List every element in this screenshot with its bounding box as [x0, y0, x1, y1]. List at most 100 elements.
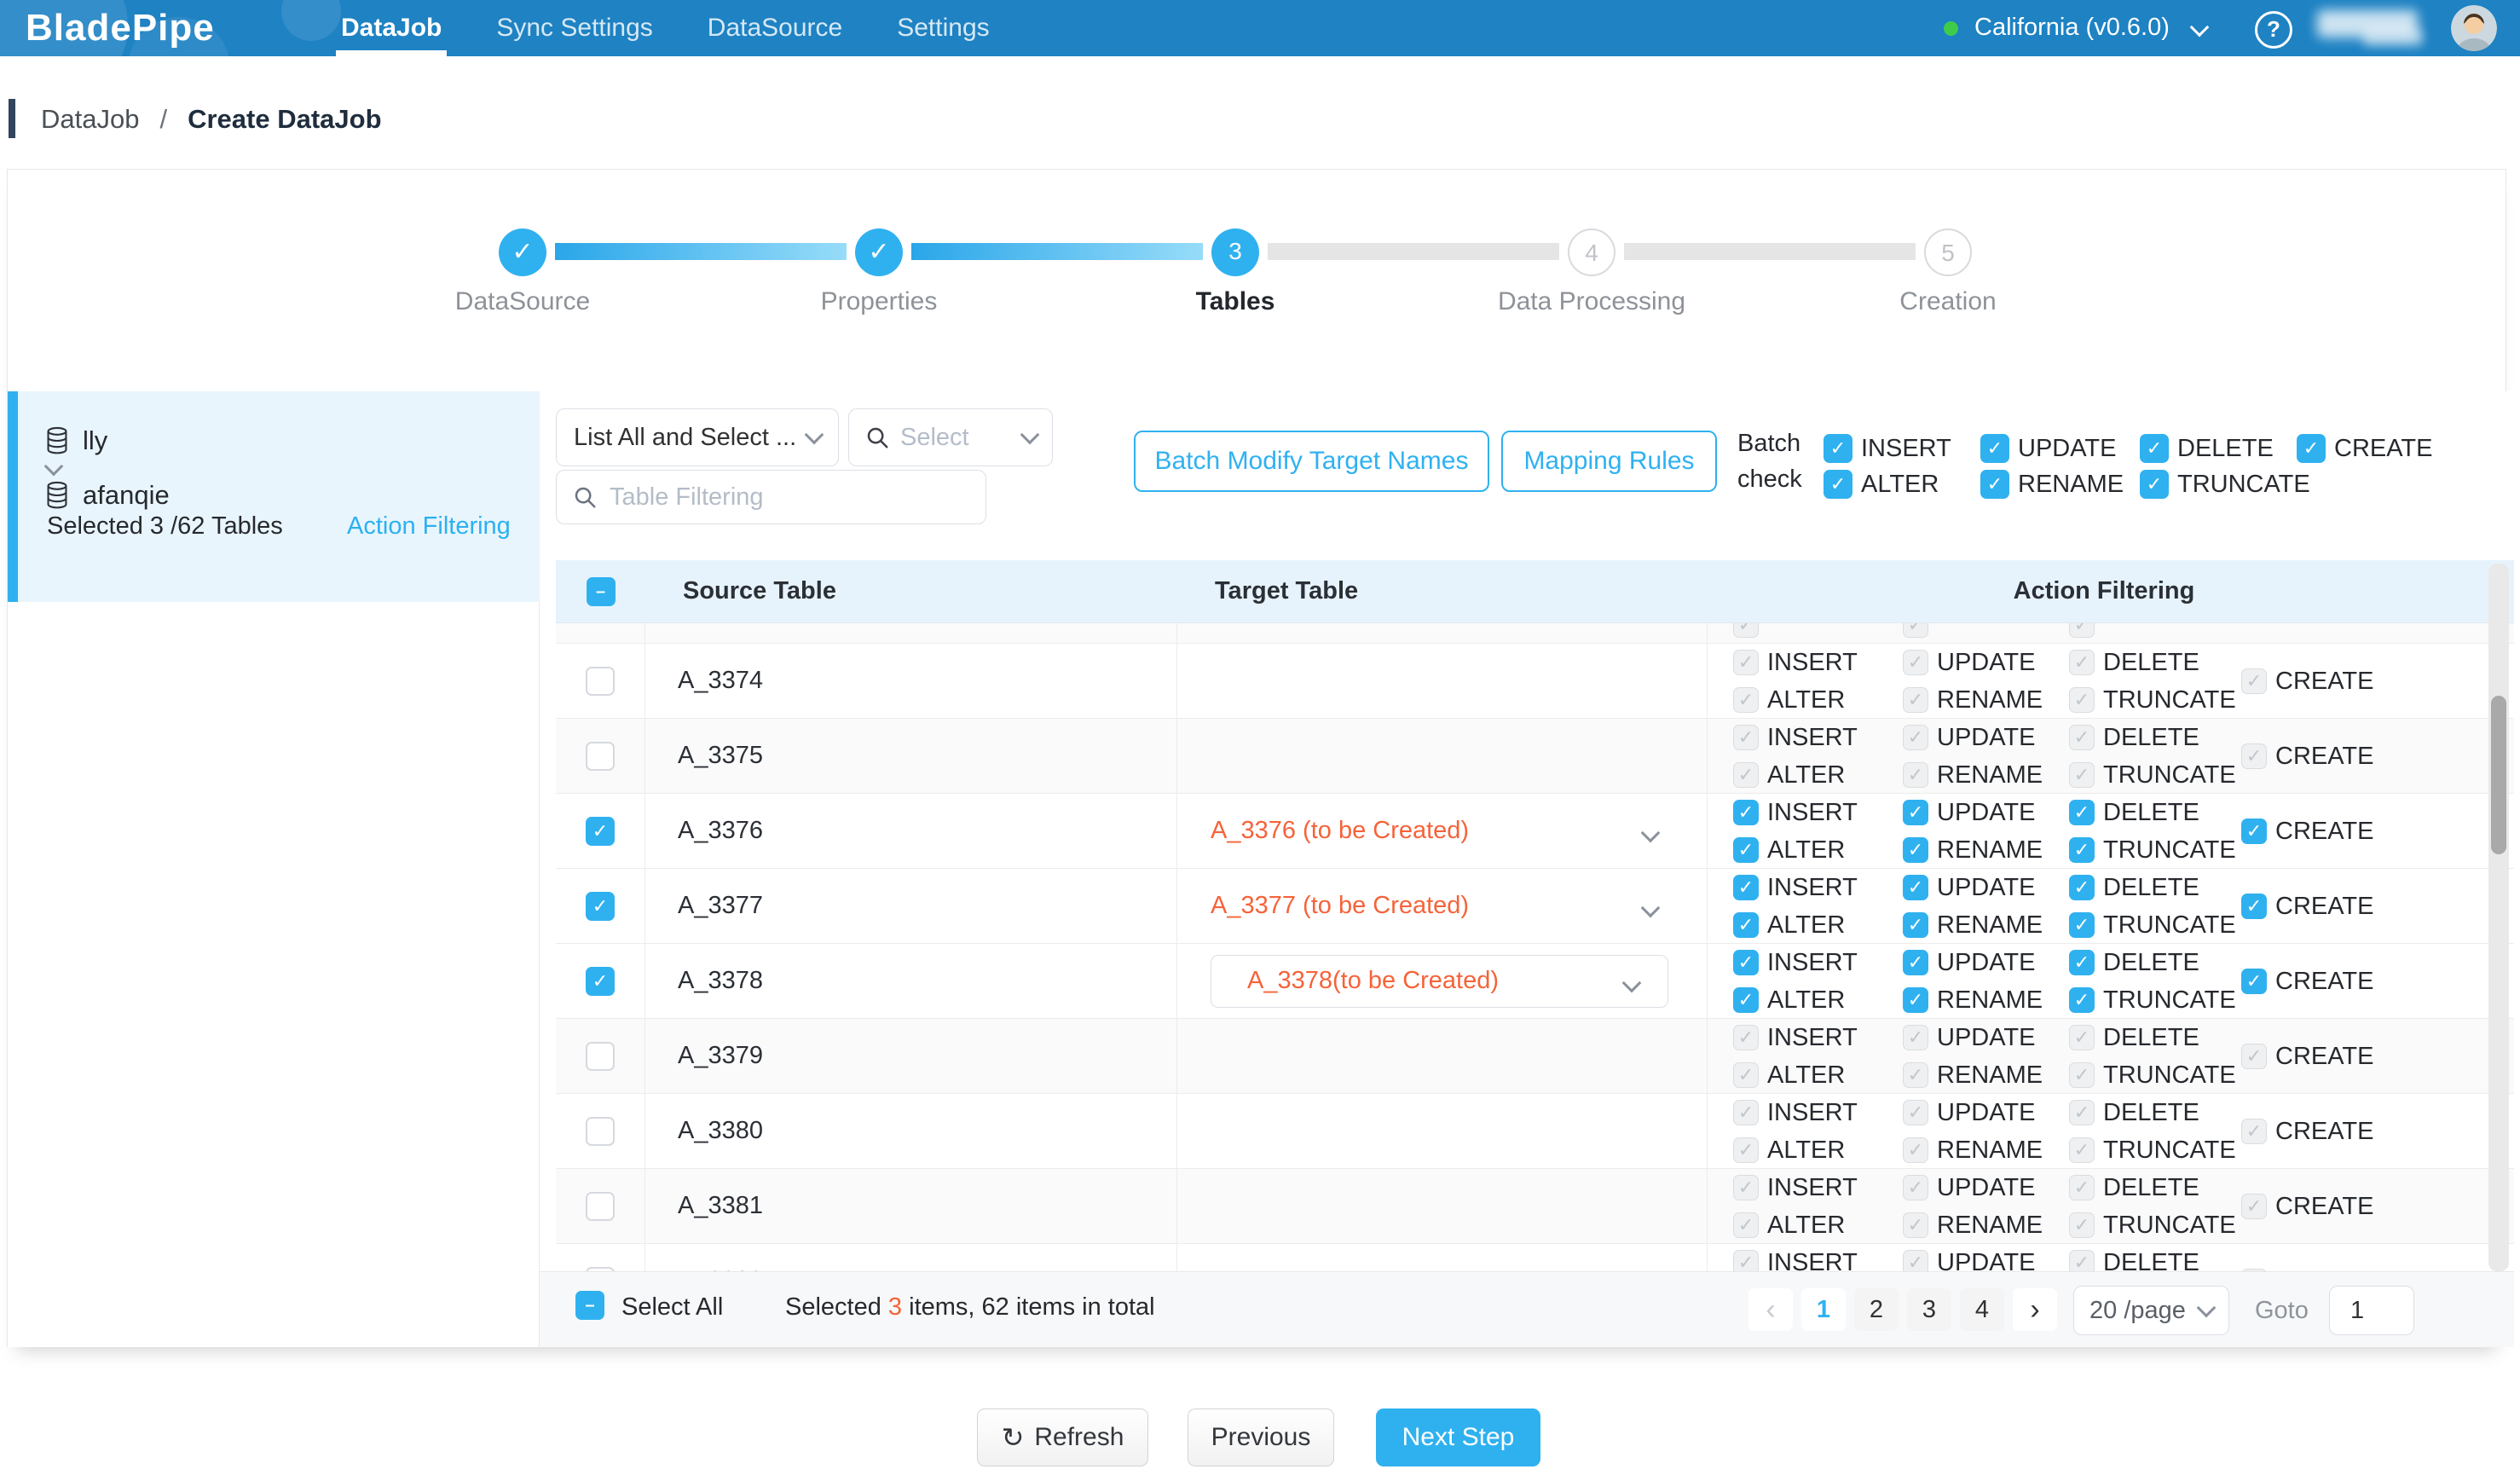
batch-modify-target-names-button[interactable]: Batch Modify Target Names: [1134, 431, 1489, 492]
page-prev-button[interactable]: ‹: [1748, 1288, 1793, 1331]
checkbox-on[interactable]: ✓: [1733, 987, 1759, 1013]
checkbox-on[interactable]: ✓: [586, 892, 615, 921]
wizard-card: ✓DataSource✓Properties3Tables4Data Proce…: [7, 169, 2506, 1347]
vertical-scrollbar-track[interactable]: [2488, 564, 2509, 1271]
checkbox-on[interactable]: ✓: [1903, 950, 1928, 975]
checkbox-on[interactable]: ✓: [2297, 434, 2326, 463]
checkbox-off[interactable]: [586, 1042, 615, 1071]
page-next-button[interactable]: ›: [2013, 1288, 2057, 1331]
checkbox-on[interactable]: ✓: [2069, 912, 2095, 938]
row-action-truncate[interactable]: ✓TRUNCATE: [2069, 986, 2241, 1014]
nav-tab-settings[interactable]: Settings: [897, 0, 989, 56]
page-size-select[interactable]: 20 /page: [2073, 1286, 2229, 1335]
checkbox-on[interactable]: ✓: [2069, 800, 2095, 825]
breadcrumb-parent[interactable]: DataJob: [41, 104, 139, 135]
refresh-button[interactable]: ↻ Refresh: [977, 1408, 1148, 1466]
page-button-3[interactable]: 3: [1907, 1288, 1951, 1331]
checkbox-on[interactable]: ✓: [2241, 818, 2267, 844]
checkbox-on[interactable]: ✓: [2069, 987, 2095, 1013]
row-action-insert[interactable]: ✓INSERT: [1733, 874, 1903, 901]
checkbox-on[interactable]: ✓: [2140, 470, 2169, 499]
checkbox-off[interactable]: [586, 1192, 615, 1221]
checkbox-on[interactable]: ✓: [2140, 434, 2169, 463]
checkbox-on[interactable]: ✓: [1733, 950, 1759, 975]
checkbox-on[interactable]: ✓: [2069, 950, 2095, 975]
target-table-value[interactable]: A_3376 (to be Created): [1211, 817, 1469, 845]
brand-logo[interactable]: BladePipe: [26, 7, 215, 49]
region-selector[interactable]: California (v0.6.0): [1974, 14, 2170, 42]
target-table-select[interactable]: A_3378(to be Created): [1211, 955, 1668, 1008]
select-all-footer-checkbox[interactable]: –: [575, 1291, 604, 1320]
chevron-down-icon[interactable]: [2190, 18, 2210, 38]
help-icon[interactable]: ?: [2255, 11, 2292, 49]
vertical-scrollbar-thumb[interactable]: [2491, 696, 2506, 854]
quick-select[interactable]: Select: [848, 408, 1053, 466]
checkbox-on[interactable]: ✓: [1980, 470, 2009, 499]
page-button-2[interactable]: 2: [1854, 1288, 1899, 1331]
row-action-insert[interactable]: ✓INSERT: [1733, 949, 1903, 976]
checkbox-on[interactable]: ✓: [2241, 894, 2267, 919]
row-action-truncate[interactable]: ✓TRUNCATE: [2069, 836, 2241, 864]
mapping-rules-button[interactable]: Mapping Rules: [1501, 431, 1717, 492]
checkbox-on[interactable]: ✓: [1733, 800, 1759, 825]
row-action-rename[interactable]: ✓RENAME: [1903, 836, 2069, 864]
row-action-delete[interactable]: ✓DELETE: [2069, 874, 2241, 901]
row-action-insert[interactable]: ✓INSERT: [1733, 799, 1903, 826]
checkbox-on[interactable]: ✓: [586, 817, 615, 846]
avatar[interactable]: [2451, 5, 2497, 51]
row-action-delete[interactable]: ✓DELETE: [2069, 949, 2241, 976]
page-button-4[interactable]: 4: [1960, 1288, 2004, 1331]
row-action-truncate[interactable]: ✓TRUNCATE: [2069, 911, 2241, 939]
chevron-down-icon[interactable]: [1641, 824, 1661, 843]
row-action-rename[interactable]: ✓RENAME: [1903, 911, 2069, 939]
row-action-alter[interactable]: ✓ALTER: [1733, 911, 1903, 939]
checkbox-on[interactable]: ✓: [1733, 837, 1759, 863]
checkbox-off[interactable]: [586, 742, 615, 771]
schema-pair-item[interactable]: lly afanqie Selected 3 /62 Tables Action…: [8, 391, 540, 602]
checkbox-on[interactable]: ✓: [2241, 969, 2267, 994]
checkbox-on[interactable]: ✓: [1980, 434, 2009, 463]
checkbox-on[interactable]: ✓: [586, 967, 615, 996]
checkbox-on[interactable]: ✓: [1903, 875, 1928, 900]
checkbox-on[interactable]: ✓: [2069, 875, 2095, 900]
page-button-1[interactable]: 1: [1801, 1288, 1846, 1331]
checkbox-on[interactable]: ✓: [1733, 875, 1759, 900]
nav-tab-datajob[interactable]: DataJob: [341, 0, 442, 56]
checkbox-on[interactable]: ✓: [1824, 434, 1852, 463]
checkbox-on[interactable]: ✓: [1903, 837, 1928, 863]
select-all-label[interactable]: Select All: [621, 1293, 723, 1322]
step-circle-3[interactable]: 3: [1211, 228, 1259, 276]
nav-tab-datasource[interactable]: DataSource: [708, 0, 842, 56]
next-step-button[interactable]: Next Step: [1376, 1408, 1540, 1466]
select-all-header-checkbox[interactable]: –: [587, 577, 616, 606]
row-action-update[interactable]: ✓UPDATE: [1903, 874, 2069, 901]
checkbox-on[interactable]: ✓: [1903, 912, 1928, 938]
checkbox-off[interactable]: [586, 667, 615, 696]
row-action-label: TRUNCATE: [2103, 686, 2236, 714]
list-mode-select[interactable]: List All and Select ...: [556, 408, 839, 466]
nav-tab-sync-settings[interactable]: Sync Settings: [496, 0, 652, 56]
row-action-update[interactable]: ✓UPDATE: [1903, 949, 2069, 976]
previous-button[interactable]: Previous: [1188, 1408, 1334, 1466]
step-circle-1[interactable]: ✓: [499, 228, 546, 276]
row-action-update[interactable]: ✓UPDATE: [1903, 799, 2069, 826]
row-action-create[interactable]: ✓CREATE: [2241, 968, 2395, 995]
goto-page-input[interactable]: [2345, 1296, 2520, 1326]
row-action-alter[interactable]: ✓ALTER: [1733, 986, 1903, 1014]
table-filter-input[interactable]: [608, 483, 970, 512]
target-table-value[interactable]: A_3377 (to be Created): [1211, 892, 1469, 920]
chevron-down-icon[interactable]: [1641, 899, 1661, 918]
action-filtering-link[interactable]: Action Filtering: [347, 512, 511, 541]
checkbox-on[interactable]: ✓: [1733, 912, 1759, 938]
checkbox-on[interactable]: ✓: [1903, 987, 1928, 1013]
checkbox-off[interactable]: [586, 1117, 615, 1146]
row-action-delete[interactable]: ✓DELETE: [2069, 799, 2241, 826]
row-action-alter[interactable]: ✓ALTER: [1733, 836, 1903, 864]
step-circle-2[interactable]: ✓: [855, 228, 903, 276]
checkbox-on[interactable]: ✓: [2069, 837, 2095, 863]
row-action-create[interactable]: ✓CREATE: [2241, 818, 2395, 845]
checkbox-on[interactable]: ✓: [1903, 800, 1928, 825]
row-action-create[interactable]: ✓CREATE: [2241, 893, 2395, 920]
checkbox-on[interactable]: ✓: [1824, 470, 1852, 499]
row-action-rename[interactable]: ✓RENAME: [1903, 986, 2069, 1014]
